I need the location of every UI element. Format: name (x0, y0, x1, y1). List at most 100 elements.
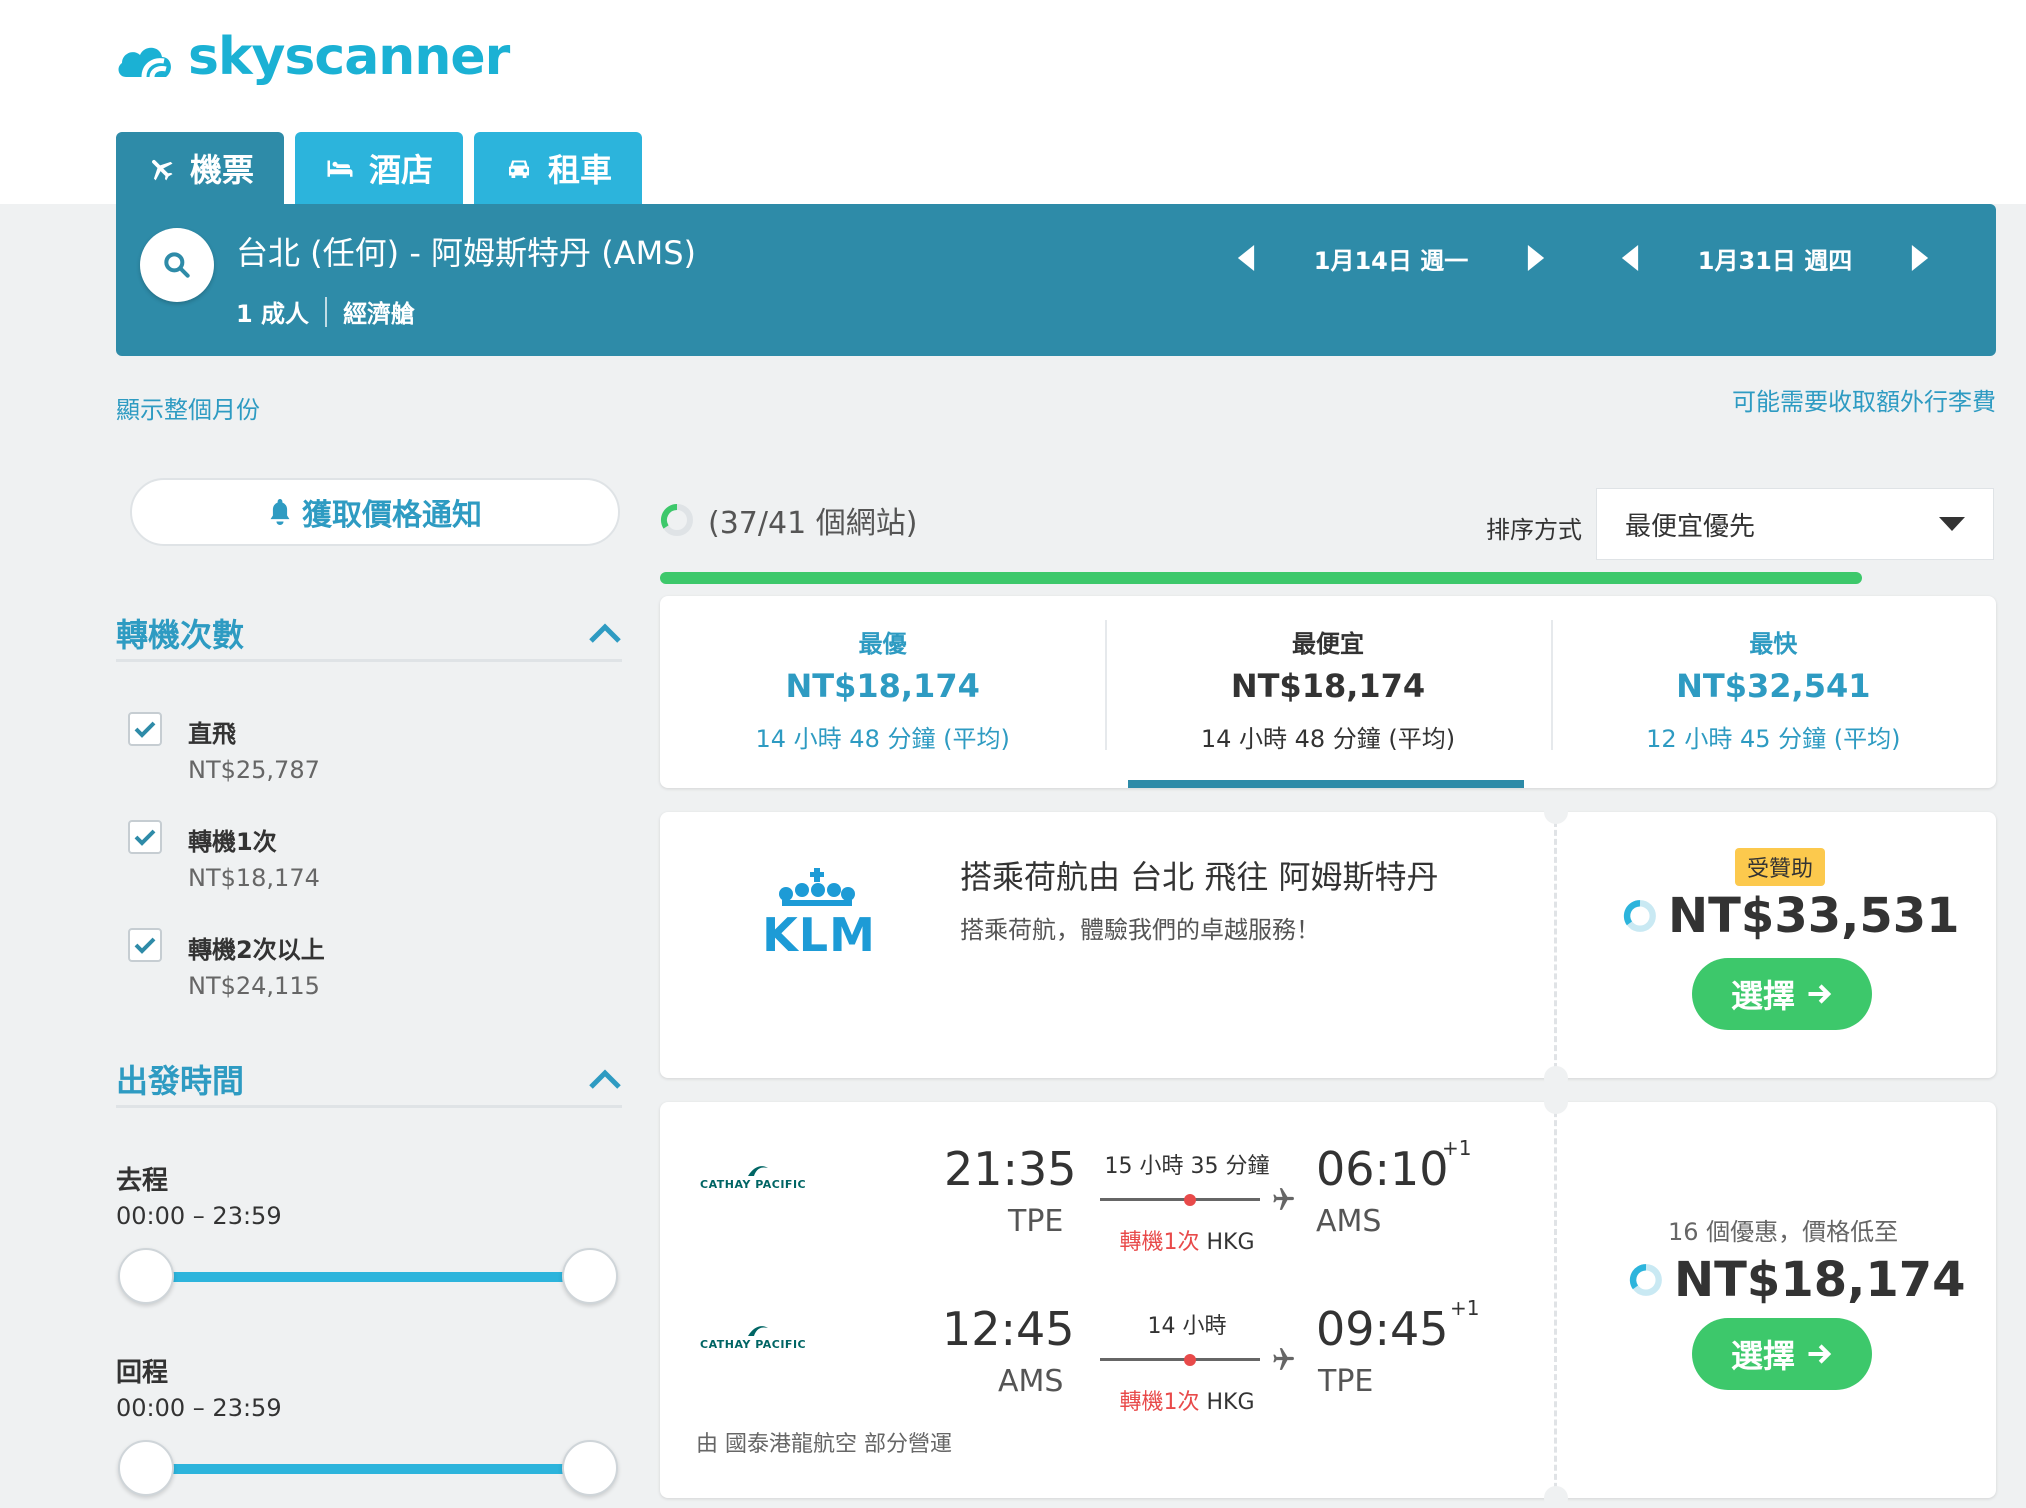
ad-select-button[interactable]: 選擇 (1692, 958, 1872, 1030)
sponsored-ad-card[interactable]: KLM 搭乘荷航由 台北 飛往 阿姆斯特丹 搭乘荷航，體驗我們的卓越服務！ 受贊… (660, 800, 1996, 1090)
plane-icon (152, 160, 173, 181)
ticket-notch (1544, 1090, 1568, 1114)
depart-prev-day-button[interactable] (1226, 232, 1266, 284)
stop-hub: HKG (1206, 1230, 1255, 1255)
outbound-slider-track[interactable] (148, 1272, 590, 1282)
baggage-fee-link[interactable]: 可能需要收取額外行李費 (1732, 382, 1996, 417)
return-slider-track[interactable] (148, 1464, 590, 1474)
summary-label: 最優 (858, 630, 907, 658)
select-label: 選擇 (1730, 977, 1795, 1015)
route-title: 台北 (任何) - 阿姆斯特丹 (AMS) (236, 234, 696, 272)
one-stop-checkbox[interactable] (128, 820, 162, 854)
progress-count: (37/41 個網站) (708, 506, 918, 541)
route-line (1100, 1358, 1260, 1361)
airline-name: CATHAY PACIFIC (700, 1338, 807, 1351)
inbound-stops: 轉機1次 HKG (1092, 1384, 1282, 1416)
car-icon (509, 160, 530, 178)
airline-name: CATHAY PACIFIC (700, 1178, 807, 1191)
tab-hotels[interactable]: 酒店 (295, 132, 464, 204)
summary-duration: 14 小時 48 分鐘 (平均) (1200, 725, 1456, 753)
return-date[interactable]: 1月31日 週四 (1650, 241, 1900, 276)
inbound-depart-airport: AMS (998, 1364, 1064, 1399)
ad-title: 搭乘荷航由 台北 飛往 阿姆斯特丹 (960, 858, 1439, 896)
ad-price-row: NT$33,531 (1622, 888, 1960, 944)
cabin-class: 經濟艙 (343, 300, 416, 328)
chevron-up-icon[interactable] (588, 622, 622, 644)
select-label: 選擇 (1730, 1337, 1795, 1375)
return-date-picker: 1月31日 週四 (1610, 232, 1940, 284)
cloud-logo-icon (118, 47, 171, 78)
tab-car-rental[interactable]: 租車 (474, 132, 643, 204)
ad-price: NT$33,531 (1668, 888, 1960, 944)
depart-date[interactable]: 1月14日 週一 (1266, 241, 1516, 276)
outbound-day-offset: +1 (1442, 1136, 1472, 1160)
return-label: 回程 (116, 1358, 169, 1388)
airline-name: KLM (762, 908, 876, 962)
passenger-cabin[interactable]: 1 成人 經濟艙 (236, 294, 415, 329)
return-prev-day-button[interactable] (1610, 232, 1650, 284)
return-next-day-button[interactable] (1900, 232, 1940, 284)
klm-logo: KLM (740, 864, 890, 968)
chevron-up-icon[interactable] (588, 1068, 622, 1090)
outbound-slider-min-handle[interactable] (118, 1248, 174, 1304)
price-alert-button[interactable]: 獲取價格通知 (130, 478, 620, 546)
bell-icon (270, 499, 290, 525)
direct-checkbox[interactable] (128, 712, 162, 746)
ticket-notch (1544, 800, 1568, 824)
active-tab-indicator (1128, 780, 1524, 788)
summary-cheapest[interactable]: 最便宜 NT$18,174 14 小時 48 分鐘 (平均) (1105, 596, 1550, 788)
checkmark-icon (134, 937, 156, 954)
summary-price: NT$32,541 (1676, 667, 1871, 705)
checkmark-icon (134, 721, 156, 738)
outbound-arrive-time: 06:10 (1316, 1142, 1449, 1196)
caret-down-icon (1939, 517, 1965, 531)
sort-label: 排序方式 (1486, 516, 1582, 544)
outbound-depart-airport: TPE (1008, 1204, 1064, 1239)
itinerary-card[interactable]: CATHAY PACIFIC 21:35 TPE 15 小時 35 分鐘 轉機1… (660, 1090, 1996, 1508)
brand-name: skyscanner (188, 27, 510, 87)
sort-summary-tabs: 最優 NT$18,174 14 小時 48 分鐘 (平均) 最便宜 NT$18,… (660, 596, 1996, 788)
edit-search-button[interactable] (140, 228, 214, 302)
stops-count: 轉機1次 (1119, 1390, 1200, 1415)
show-whole-month-link[interactable]: 顯示整個月份 (116, 390, 260, 425)
return-slider-min-handle[interactable] (118, 1440, 174, 1496)
checkmark-icon (134, 829, 156, 846)
summary-best[interactable]: 最優 NT$18,174 14 小時 48 分鐘 (平均) (660, 596, 1105, 788)
itinerary-select-button[interactable]: 選擇 (1692, 1318, 1872, 1390)
tab-label: 機票 (190, 151, 255, 189)
stop-label: 直飛 (188, 720, 236, 748)
caret-left-icon (1621, 245, 1639, 271)
inbound-depart-time: 12:45 (942, 1302, 1075, 1356)
two-plus-checkbox[interactable] (128, 928, 162, 962)
summary-fastest[interactable]: 最快 NT$32,541 12 小時 45 分鐘 (平均) (1550, 596, 1996, 788)
tab-label: 酒店 (369, 151, 434, 189)
cathay-logo: CATHAY PACIFIC (700, 1164, 806, 1191)
tab-flights[interactable]: 機票 (116, 132, 285, 204)
skyscanner-logo[interactable]: skyscanner (116, 22, 510, 92)
stop-dot (1184, 1354, 1196, 1366)
stops-filter-header[interactable]: 轉機次數 (116, 606, 622, 662)
sponsored-badge: 受贊助 (1735, 848, 1826, 886)
depart-next-day-button[interactable] (1516, 232, 1556, 284)
outbound-time-range: 00:00 – 23:59 (116, 1202, 282, 1230)
plane-icon (1273, 1188, 1294, 1210)
outbound-slider-max-handle[interactable] (562, 1248, 618, 1304)
summary-label: 最快 (1749, 630, 1798, 658)
itinerary-price: NT$18,174 (1674, 1252, 1966, 1308)
departure-time-title: 出發時間 (116, 1061, 245, 1100)
departure-time-filter-header[interactable]: 出發時間 (116, 1052, 622, 1108)
stops-filter-title: 轉機次數 (116, 615, 245, 654)
outbound-arrive-airport: AMS (1316, 1204, 1382, 1239)
cathay-logo: CATHAY PACIFIC (700, 1324, 806, 1351)
arrow-right-icon (1808, 1344, 1832, 1364)
loading-spinner-icon (660, 503, 693, 536)
stop-label: 轉機1次 (188, 828, 277, 856)
route-line (1100, 1198, 1260, 1201)
stop-label: 轉機2次以上 (188, 936, 325, 964)
summary-price: NT$18,174 (1230, 667, 1426, 705)
progress-bar (660, 572, 1863, 584)
return-slider-max-handle[interactable] (562, 1440, 618, 1496)
inbound-arrive-airport: TPE (1318, 1364, 1374, 1399)
deals-count: 16 個優惠，價格低至 (1668, 1218, 1899, 1246)
sort-dropdown[interactable]: 最便宜優先 (1596, 488, 1994, 560)
